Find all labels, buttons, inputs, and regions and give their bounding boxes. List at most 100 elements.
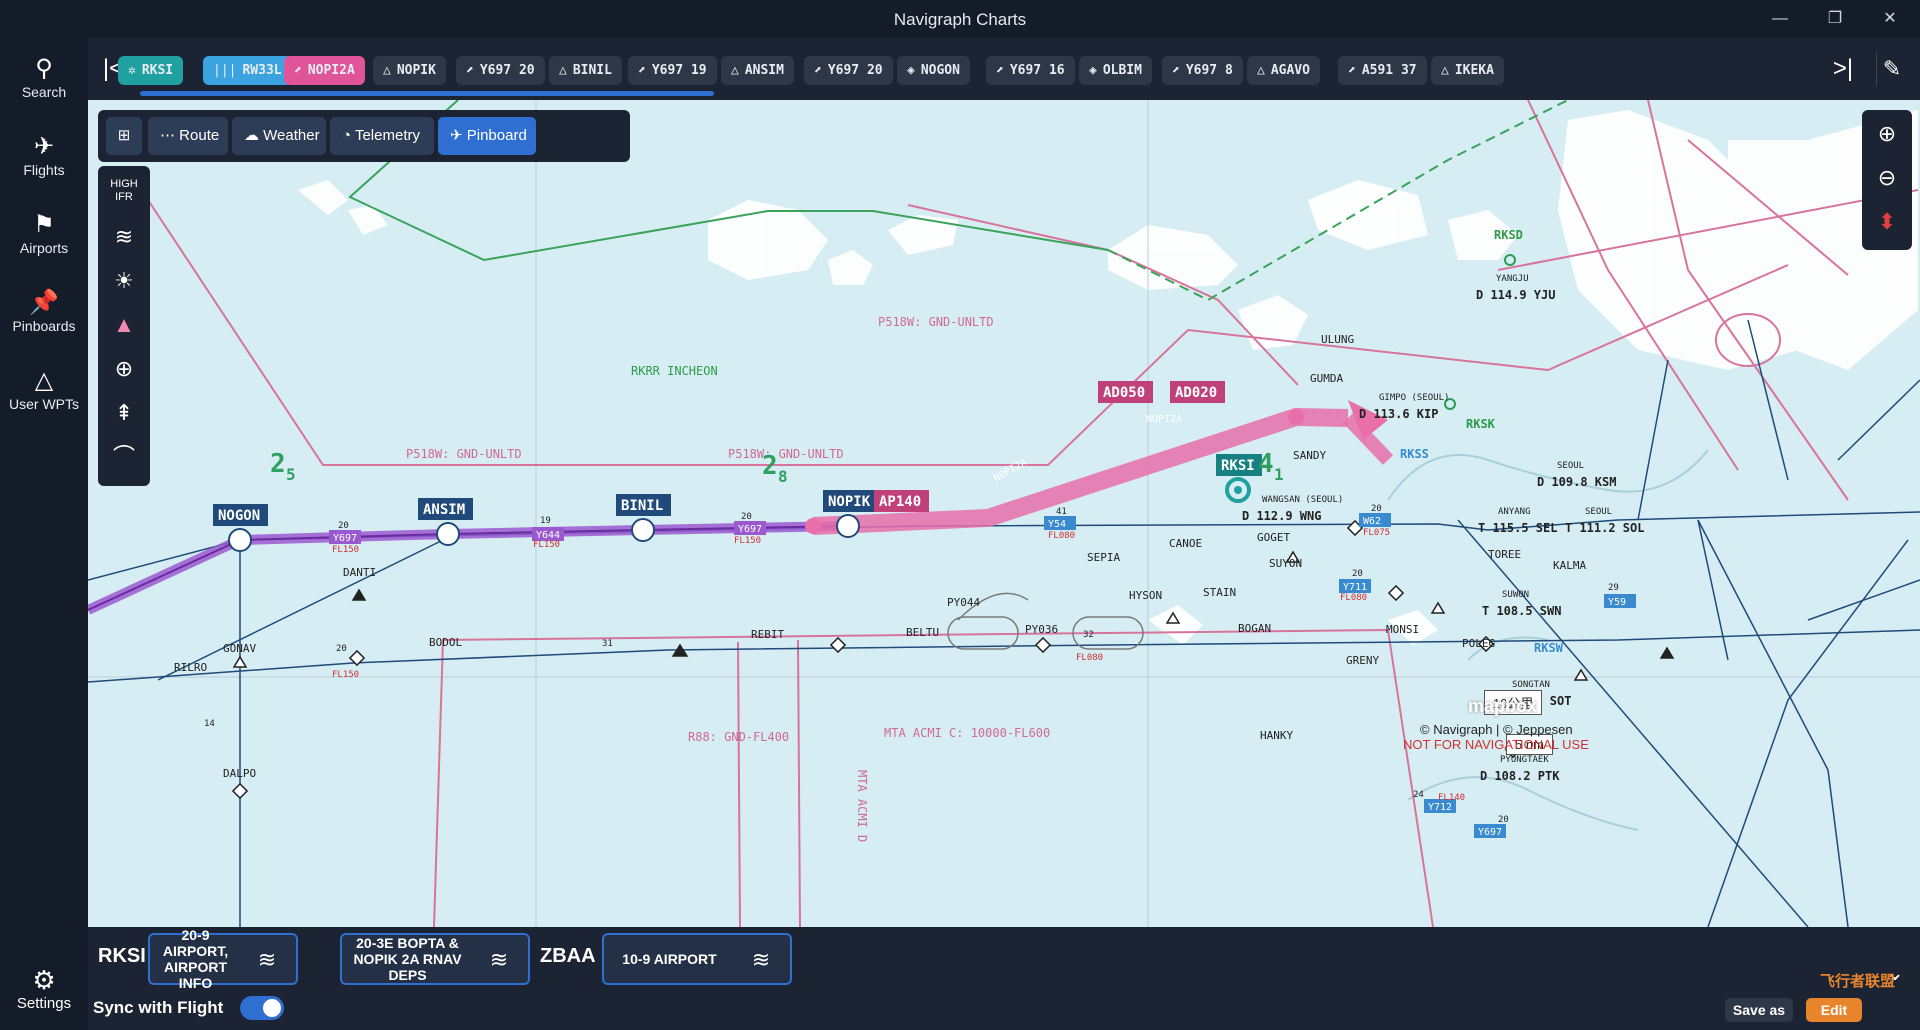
minimize-button[interactable]: — [1765, 6, 1795, 32]
route-chip-label: IKEKA [1454, 63, 1494, 78]
airspace-label: MTA ACMI D [855, 770, 869, 842]
route-chip[interactable]: ⬈ Y697 16 [986, 56, 1075, 85]
edit-route-icon[interactable]: ✎ [1876, 52, 1907, 86]
chart-tab-airport-info[interactable]: 20-9 AIRPORT, AIRPORT INFO ≋ [148, 927, 298, 991]
route-chip-label: Y697 16 [1009, 63, 1065, 78]
route-chip[interactable]: ||| RW33L [203, 56, 292, 85]
profile-icon[interactable]: ⌒ [104, 438, 144, 476]
maximize-button[interactable]: ❐ [1820, 6, 1850, 32]
warning-text: NOT FOR NAVIGATIONAL USE [1403, 737, 1589, 752]
sync-toggle[interactable] [240, 996, 284, 1020]
route-button[interactable]: ⋯ Route [148, 117, 228, 155]
navaid-frequency: D 109.8 KSM [1537, 475, 1616, 489]
route-chip[interactable]: ⬈ Y697 19 [628, 56, 717, 85]
ad050-fix [1288, 409, 1304, 425]
fix-label: BOGAN [1238, 622, 1271, 635]
mea-label: 20 [336, 644, 347, 654]
chart-map[interactable]: NOGON ANSIM BINIL NOPIK AP140 AD050 AD020 RKSI N… [88, 100, 1920, 927]
sidebar-item-pinboards[interactable]: 📌 Pinboards [0, 288, 88, 334]
navaid-frequency: D 114.9 YJU [1476, 288, 1555, 302]
route-chip[interactable]: △ AGAVO [1247, 56, 1320, 85]
sidebar-item-user-wpts[interactable]: △ User WPTs [0, 366, 88, 412]
route-chip[interactable]: ⬈ A591 37 [1338, 56, 1427, 85]
zoom-out-icon[interactable]: ⊖ [1867, 158, 1907, 198]
flight-level-label: FL150 [734, 536, 761, 546]
pinboard-button[interactable]: ✈ Pinboard [438, 117, 536, 155]
chart-tab-airport[interactable]: 10-9 AIRPORT ≋ [602, 933, 792, 985]
sidebar-item-flights[interactable]: ✈ Flights [0, 132, 88, 178]
crosshair-icon[interactable]: ⊕ [104, 350, 144, 388]
sid-tag-ad020: AD020 [1175, 385, 1217, 401]
sid-tag-ad050: AD050 [1103, 385, 1145, 401]
navaid-name: GIMPO (SEOUL) [1379, 393, 1449, 403]
compass-icon[interactable]: ⬍ [1867, 202, 1907, 242]
zoom-tools: ⊕ ⊖ ⬍ [1862, 110, 1912, 250]
fix-label: PY036 [1025, 623, 1058, 636]
navaid-frequency: D 112.9 WNG [1242, 509, 1321, 523]
route-chip[interactable]: ◈ OLBIM [1079, 56, 1152, 85]
telemetry-button[interactable]: ◔ Telemetry [330, 117, 434, 155]
route-chip[interactable]: △ NOPIK [373, 56, 446, 85]
flight-level-label: FL075 [1363, 528, 1390, 538]
route-chip[interactable]: ⬈ NOPI2A [284, 56, 365, 85]
layout-icon[interactable]: ⊞ [106, 117, 142, 155]
airspace-label: MTA ACMI C: 10000-FL600 [884, 726, 1050, 740]
edit-button[interactable]: Edit [1806, 998, 1862, 1022]
toggle-knob [263, 999, 281, 1017]
sidebar-item-search[interactable]: ⚲ Search [0, 54, 88, 100]
route-chip[interactable]: ◈ NOGON [897, 56, 970, 85]
navaid-name: YANGJU [1496, 274, 1529, 284]
airspace-label: P518W: GND-UNLTD [728, 447, 844, 461]
airport-tag-rksi: RKSI [1221, 458, 1255, 474]
sidebar-item-airports[interactable]: ⚑ Airports [0, 210, 88, 256]
fix-label: HYSON [1129, 589, 1162, 602]
navaid-frequency: T 111.2 SOL [1565, 521, 1644, 535]
brightness-icon[interactable]: ☀ [104, 262, 144, 300]
sector-subnumber: 1 [1274, 465, 1284, 484]
route-chip[interactable]: ⬈ Y697 8 [1162, 56, 1243, 85]
close-button[interactable]: ✕ [1875, 6, 1905, 32]
airway-icon: ⬈ [638, 63, 646, 78]
navaid-name: SEOUL [1557, 461, 1584, 471]
north-up-icon[interactable]: ⇞ [104, 394, 144, 432]
route-chip[interactable]: △ IKEKA [1431, 56, 1504, 85]
route-chip[interactable]: △ ANSIM [721, 56, 794, 85]
map-layer-tools: HIGH IFR ≋ ☀ ▲ ⊕ ⇞ ⌒ [98, 166, 150, 486]
route-chip-label: NOPIK [396, 63, 436, 78]
route-icon: ⋯ [160, 127, 180, 144]
map-toolbar: ⊞ ⋯ Route ☁ Weather ◔ Telemetry ✈ Pinboa… [98, 110, 630, 162]
sidebar-item-settings[interactable]: ⚙ Settings [0, 965, 88, 1012]
mea-label: 32 [1083, 630, 1094, 640]
layers-icon[interactable]: ≋ [252, 947, 282, 973]
waypoint-tag-binil: BINIL [621, 498, 663, 514]
airway-icon: ⬈ [1172, 63, 1180, 78]
waypoint-icon: △ [1441, 63, 1449, 78]
layers-icon[interactable]: ≋ [746, 947, 776, 973]
route-chip[interactable]: ⬈ Y697 20 [804, 56, 893, 85]
flight-level-label: FL080 [1048, 531, 1075, 541]
chart-tab-label: 20-3E BOPTA & NOPIK 2A RNAV DEPS [353, 935, 462, 983]
weather-button[interactable]: ☁ Weather [232, 117, 326, 155]
aircraft-icon[interactable]: ▲ [104, 306, 144, 344]
route-chip-label: Y697 19 [651, 63, 707, 78]
telemetry-button-label: Telemetry [354, 127, 420, 144]
high-ifr-button[interactable]: HIGH IFR [104, 172, 144, 210]
sector-number: 4 [1258, 449, 1274, 479]
airway-label: Y697 [738, 524, 762, 535]
route-scroll-indicator [140, 91, 714, 96]
chart-tab-rnav-deps[interactable]: 20-3E BOPTA & NOPIK 2A RNAV DEPS ≋ [340, 933, 530, 985]
mea-label: 20 [1371, 504, 1382, 514]
runway-icon: ||| [213, 63, 237, 78]
route-chip[interactable]: ⬈ Y697 20 [456, 56, 545, 85]
weather-button-label: Weather [263, 127, 320, 144]
layers-icon[interactable]: ≋ [104, 218, 144, 256]
save-as-button[interactable]: Save as [1725, 998, 1793, 1022]
vor-icon: ◈ [1089, 63, 1097, 78]
layers-icon[interactable]: ≋ [484, 947, 514, 973]
route-chip[interactable]: ✲ RKSI [118, 56, 184, 85]
zoom-in-icon[interactable]: ⊕ [1867, 114, 1907, 154]
waypoint-tag-nogon: NOGON [218, 508, 260, 524]
route-chip[interactable]: △ BINIL [549, 56, 622, 85]
airway-label: Y697 [333, 533, 357, 544]
scroll-to-end-icon[interactable]: >| [1830, 52, 1856, 86]
